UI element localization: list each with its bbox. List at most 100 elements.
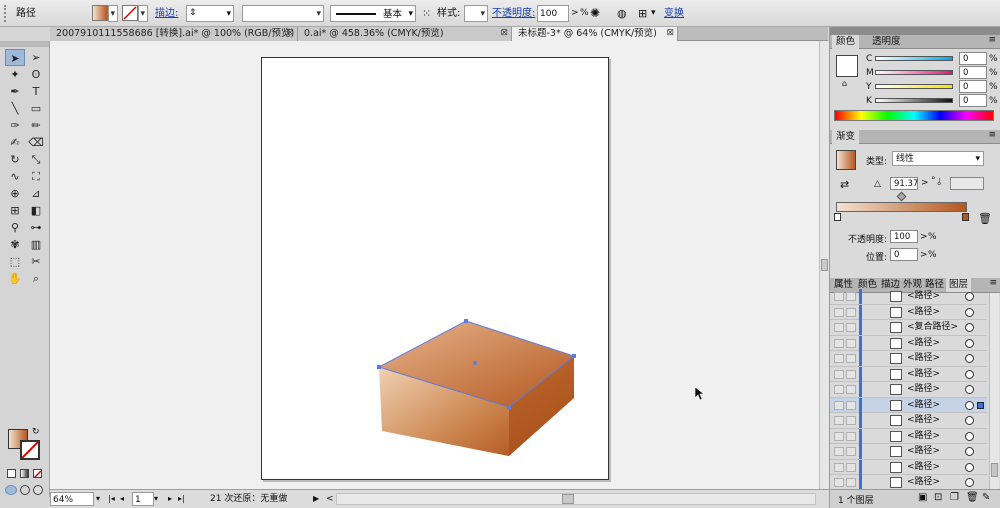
color-spectrum-bar[interactable]: [834, 110, 994, 121]
layer-row[interactable]: <复合路径>: [830, 320, 987, 336]
target-icon[interactable]: [965, 416, 974, 425]
recolor-artwork-icon[interactable]: ✺: [590, 5, 600, 22]
visibility-toggle[interactable]: [834, 431, 844, 441]
layers-scroll-thumb[interactable]: [991, 463, 998, 477]
graphic-style-dropdown[interactable]: [464, 5, 488, 23]
lock-toggle[interactable]: [846, 431, 856, 441]
visibility-toggle[interactable]: [834, 462, 844, 472]
black-value[interactable]: 0: [959, 94, 987, 107]
target-icon[interactable]: [965, 338, 974, 348]
target-icon[interactable]: [965, 400, 974, 410]
scale-tool-icon[interactable]: ⤡: [26, 151, 46, 168]
black-slider[interactable]: [875, 98, 953, 103]
line-tool-icon[interactable]: ╲: [5, 100, 25, 117]
layer-name[interactable]: <路径>: [907, 382, 940, 397]
next-page-icon[interactable]: ▸: [168, 492, 172, 506]
lock-toggle[interactable]: [846, 385, 856, 394]
target-icon[interactable]: [965, 369, 974, 379]
gradient-stop-start[interactable]: [834, 213, 841, 221]
scroll-left-icon[interactable]: <: [326, 492, 334, 506]
layer-row[interactable]: <路径>: [830, 413, 987, 429]
vertical-scrollbar[interactable]: [819, 41, 829, 489]
rectangle-tool-icon[interactable]: ▭: [26, 100, 46, 117]
visibility-toggle[interactable]: [834, 478, 844, 487]
stroke-color-box[interactable]: [20, 440, 40, 460]
pen-tool-icon[interactable]: ✒: [5, 83, 25, 100]
symbol-sprayer-tool-icon[interactable]: ✾: [5, 236, 25, 253]
delete-layer-icon[interactable]: 🗑: [966, 492, 979, 503]
new-layer-icon[interactable]: ❐: [950, 492, 959, 503]
opacity-arrow-icon[interactable]: >: [920, 232, 928, 242]
visibility-toggle[interactable]: [834, 292, 844, 301]
layer-row[interactable]: <路径>: [830, 475, 987, 489]
gradient-stop-end[interactable]: [962, 213, 969, 221]
lock-toggle[interactable]: [846, 478, 856, 487]
target-icon[interactable]: [965, 385, 974, 394]
anchor-point[interactable]: [377, 365, 381, 369]
angle-input[interactable]: 91.37: [890, 177, 918, 190]
tab-document-2[interactable]: 0.ai* @ 458.36% (CMYK/预览) ⊠: [298, 27, 512, 41]
lasso-tool-icon[interactable]: ʘ: [26, 66, 46, 83]
location-input[interactable]: 0: [890, 248, 918, 261]
yellow-slider[interactable]: [875, 84, 953, 89]
tab-document-3[interactable]: 未标题-3* @ 64% (CMYK/预览) ⊠: [512, 27, 678, 41]
magenta-value[interactable]: 0: [959, 66, 987, 79]
layer-name[interactable]: <路径>: [907, 475, 940, 489]
spinner-icon[interactable]: ⇕: [189, 5, 197, 22]
gradient-tool-icon[interactable]: ◧: [26, 202, 46, 219]
visibility-toggle[interactable]: [834, 369, 844, 379]
horizontal-scroll-thumb[interactable]: [562, 494, 574, 504]
eraser-tool-icon[interactable]: ⌫: [26, 134, 46, 151]
layer-row[interactable]: <路径>: [830, 351, 987, 367]
type-tool-icon[interactable]: T: [26, 83, 46, 100]
column-graph-tool-icon[interactable]: ▥: [26, 236, 46, 253]
lock-toggle[interactable]: [846, 462, 856, 472]
gradient-bar[interactable]: [836, 202, 967, 212]
target-icon[interactable]: [965, 307, 974, 317]
blob-brush-tool-icon[interactable]: ✍: [5, 134, 25, 151]
target-icon[interactable]: [965, 354, 974, 363]
new-sublayer-icon[interactable]: ⊡: [934, 492, 942, 503]
mesh-tool-icon[interactable]: ⊞: [5, 202, 25, 219]
make-clip-mask-icon[interactable]: ▣: [918, 492, 927, 503]
layer-row[interactable]: <路径>: [830, 444, 987, 460]
blend-tool-icon[interactable]: ⊶: [26, 219, 46, 236]
transform-link[interactable]: 变换: [664, 5, 684, 22]
stroke-dropdown[interactable]: [138, 5, 148, 23]
free-transform-tool-icon[interactable]: ⛶: [26, 168, 46, 185]
reverse-gradient-icon[interactable]: ⇄: [840, 178, 849, 191]
anchor-point[interactable]: [464, 319, 468, 323]
first-page-icon[interactable]: |◂: [108, 492, 115, 506]
visibility-toggle[interactable]: [834, 307, 844, 317]
style-options-icon[interactable]: ⁙: [422, 5, 431, 22]
angle-arrow-icon[interactable]: >: [921, 178, 929, 188]
lock-toggle[interactable]: [846, 400, 856, 410]
gradient-type-dropdown[interactable]: 线性 ▾: [892, 151, 984, 166]
opacity-label-link[interactable]: 不透明度:: [492, 5, 535, 22]
chevron-down-icon[interactable]: ▾: [651, 5, 656, 22]
layer-name[interactable]: <路径>: [907, 305, 940, 320]
target-icon[interactable]: [965, 447, 974, 456]
tab-document-1[interactable]: 2007910111558686 [转换].ai* @ 100% (RGB/预览…: [50, 27, 298, 41]
layer-name[interactable]: <路径>: [907, 367, 940, 382]
wrench-icon[interactable]: ✎: [982, 492, 990, 503]
none-mode-icon[interactable]: [33, 469, 42, 479]
visibility-toggle[interactable]: [834, 354, 844, 363]
panel-menu-icon[interactable]: ≡: [988, 35, 996, 45]
layer-row[interactable]: <路径>: [830, 459, 987, 475]
location-arrow-icon[interactable]: >: [920, 250, 928, 260]
layer-name[interactable]: <路径>: [907, 429, 940, 444]
vertical-scroll-thumb[interactable]: [821, 259, 828, 271]
color-mode-icon[interactable]: [7, 469, 16, 478]
horizontal-scrollbar[interactable]: [336, 493, 816, 505]
layer-row[interactable]: <路径>: [830, 397, 987, 413]
selection-tool-icon[interactable]: ➤: [5, 49, 25, 66]
cyan-value[interactable]: 0: [959, 52, 987, 65]
gradient-preview-swatch[interactable]: [836, 150, 856, 170]
zoom-tool-icon[interactable]: ⌕: [26, 270, 46, 287]
layer-name[interactable]: <路径>: [907, 444, 940, 459]
canvas-area[interactable]: [50, 41, 819, 489]
fill-swatch[interactable]: [92, 5, 108, 21]
layer-name[interactable]: <路径>: [907, 351, 940, 366]
target-icon[interactable]: [965, 462, 974, 472]
